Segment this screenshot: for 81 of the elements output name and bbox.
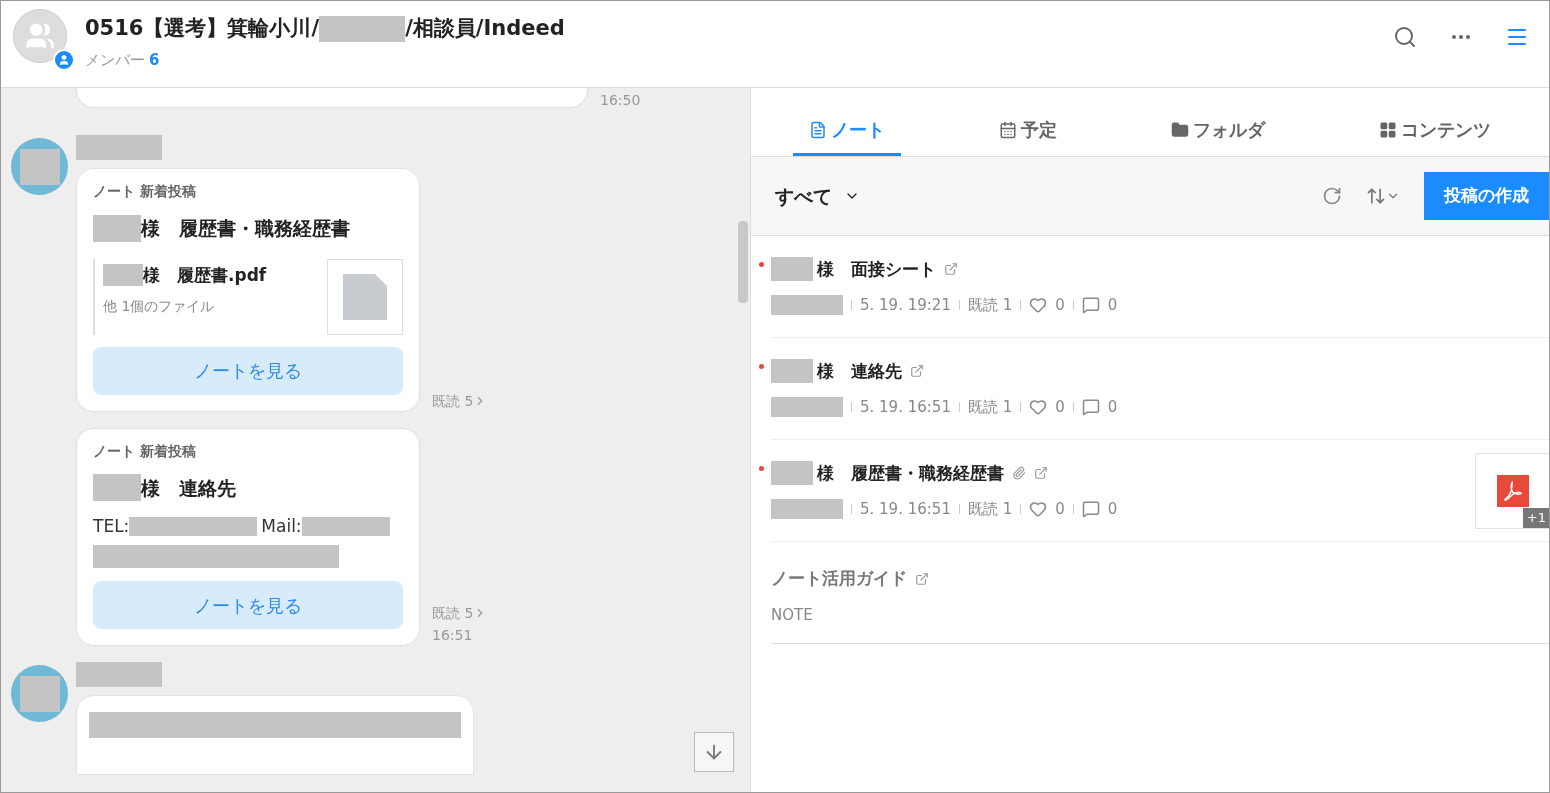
comment-count: 0 <box>1107 499 1118 520</box>
heart-icon[interactable] <box>1029 398 1048 417</box>
note-title: 様 履歴書・職務経歴書 <box>817 461 1004 485</box>
read-count: 既読 1 <box>967 397 1013 418</box>
external-link-icon[interactable] <box>1034 466 1048 481</box>
redaction-block <box>771 397 843 418</box>
redaction-block <box>93 474 141 502</box>
note-title: 様 履歴書・職務経歴書 <box>141 216 350 241</box>
pdf-icon <box>1497 474 1529 507</box>
note-row[interactable]: 様 連絡先 5. 19. 16:51 既読 1 0 0 <box>771 338 1549 440</box>
view-note-button[interactable]: ノートを見る <box>93 581 403 629</box>
tab[interactable]: フォルダ <box>1155 106 1281 156</box>
note-row[interactable]: 様 履歴書・職務経歴書 5. 19. 16:51 既読 1 0 0 +1 <box>771 440 1549 542</box>
redaction-block <box>93 214 141 242</box>
document-icon <box>809 120 827 139</box>
scroll-down-button[interactable] <box>694 732 734 772</box>
read-count: 既読 1 <box>967 499 1013 520</box>
avatar <box>11 138 68 195</box>
external-link-icon[interactable] <box>910 364 924 379</box>
create-post-button[interactable]: 投稿の作成 <box>1424 172 1549 220</box>
note-row[interactable]: ノート活用ガイド NOTE <box>771 542 1549 644</box>
comment-icon[interactable] <box>1081 398 1100 417</box>
attachment-thumbnail[interactable]: +1 <box>1475 452 1549 529</box>
like-count: 0 <box>1055 295 1065 316</box>
read-count[interactable]: 既読 5 <box>432 389 488 412</box>
tab[interactable]: コンテンツ <box>1363 106 1507 156</box>
note-title: 様 連絡先 <box>141 475 236 501</box>
note-date: 5. 19. 19:21 <box>860 295 951 316</box>
calendar-icon <box>999 120 1017 139</box>
redaction-block <box>771 499 843 520</box>
note-title: ノート活用ガイド <box>771 567 907 590</box>
read-count: 既読 1 <box>967 295 1013 316</box>
comment-count: 0 <box>1107 397 1118 418</box>
sort-icon[interactable] <box>1366 186 1400 206</box>
redaction-block <box>103 264 143 287</box>
file-icon <box>343 273 387 320</box>
message-time: 16:50 <box>600 91 641 110</box>
file-name: 様 履歴書.pdf <box>143 263 267 287</box>
note-title: 様 連絡先 <box>817 359 902 383</box>
heart-icon[interactable] <box>1029 296 1048 315</box>
filter-dropdown[interactable]: すべて <box>775 181 860 211</box>
people-icon <box>25 21 55 51</box>
like-count: 0 <box>1055 397 1065 418</box>
redaction-block <box>771 295 843 316</box>
view-note-button[interactable]: ノートを見る <box>93 346 403 395</box>
external-link-icon[interactable] <box>915 571 929 586</box>
attachment-count: +1 <box>1522 508 1549 528</box>
members-label: メンバー <box>85 49 145 71</box>
like-count: 0 <box>1055 499 1065 520</box>
heart-icon[interactable] <box>1029 500 1048 519</box>
note-date: 5. 19. 16:51 <box>860 499 951 520</box>
paperclip-icon <box>1012 466 1026 481</box>
file-count: 他 1個のファイル <box>103 297 216 316</box>
comment-count: 0 <box>1107 295 1118 316</box>
redaction-block <box>771 359 813 384</box>
note-date: 5. 19. 16:51 <box>860 397 951 418</box>
chat-title: 0516【選考】箕輪小川/ <box>85 15 320 42</box>
redaction-block <box>771 257 813 282</box>
avatar <box>11 665 68 722</box>
grid-icon <box>1379 120 1397 139</box>
note-title: 様 面接シート <box>817 257 936 281</box>
mail-label: Mail: <box>261 515 302 538</box>
comment-icon[interactable] <box>1081 500 1100 519</box>
external-link-icon[interactable] <box>944 262 958 277</box>
chat-title: /相談員/Indeed <box>405 15 565 42</box>
redaction-block <box>771 461 813 486</box>
refresh-icon[interactable] <box>1322 186 1342 206</box>
note-subtitle: NOTE <box>771 604 814 626</box>
group-badge-icon <box>53 49 75 71</box>
comment-icon[interactable] <box>1081 296 1100 315</box>
scrollbar[interactable] <box>738 221 748 303</box>
card-label: ノート 新着投稿 <box>93 441 197 461</box>
folder-icon <box>1171 120 1189 139</box>
search-icon[interactable] <box>1393 25 1417 49</box>
read-count[interactable]: 既読 5 <box>432 602 488 624</box>
card-label: ノート 新着投稿 <box>93 182 197 201</box>
tab[interactable]: 予定 <box>983 106 1073 156</box>
note-row[interactable]: 様 面接シート 5. 19. 19:21 既読 1 0 0 <box>771 236 1549 338</box>
members-count[interactable]: 6 <box>149 48 160 71</box>
message-time: 16:51 <box>432 626 474 645</box>
tel-label: TEL: <box>93 515 130 538</box>
